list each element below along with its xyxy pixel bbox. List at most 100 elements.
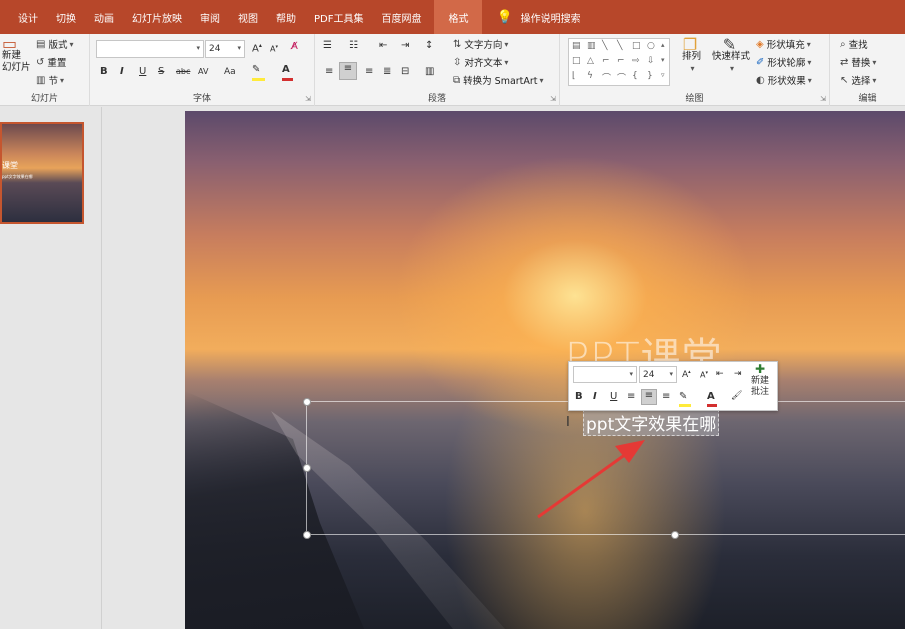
decrease-indent-icon[interactable]: ⇤ [379,40,387,51]
chevron-down-icon[interactable]: ▾ [661,56,665,64]
tab-baidu-netdisk[interactable]: 百度网盘 [372,0,430,34]
shadow-button[interactable]: S [158,66,164,77]
connector2-shape-icon[interactable]: ⌐ [617,56,625,66]
mini-align-center-icon[interactable]: ≡ [641,389,657,405]
arc-shape-icon[interactable]: ⌒ [602,71,611,84]
textbox-shape-icon[interactable]: ▤ [572,41,581,51]
tab-help[interactable]: 帮助 [267,0,305,34]
resize-handle[interactable] [303,464,311,472]
convert-smartart-button[interactable]: ⧉ 转换为 SmartArt ▾ [453,73,544,88]
find-button[interactable]: ⌕ 查找 [840,37,868,52]
new-slide-button[interactable]: ▭ 新建 幻灯片 [2,36,31,74]
oval-shape-icon[interactable]: ○ [647,41,655,51]
bold-button[interactable]: B [100,66,108,77]
slide[interactable]: PPT课堂 ppt文字效果在哪 I ▾ 24 ▾ A▴ A▾ ⇤ ⇥ B I U… [185,111,905,629]
resize-handle[interactable] [303,398,311,406]
resize-handle[interactable] [303,531,311,539]
strikethrough-button[interactable]: abc [176,67,190,76]
mini-decrease-indent-icon[interactable]: ⇤ [716,369,724,379]
mini-font-color-button[interactable]: A [707,391,717,407]
format-painter-icon[interactable]: 🖌 [731,391,742,401]
tab-design[interactable]: 设计 [0,0,47,34]
curve-shape-icon[interactable]: ⌒ [617,71,626,84]
change-case-button[interactable]: Aa [224,67,236,77]
align-right-icon[interactable]: ≡ [365,66,373,77]
bullets-icon[interactable]: ☰ [323,40,332,51]
mini-shrink-font-icon[interactable]: A▾ [700,370,708,380]
line2-shape-icon[interactable]: ╲ [617,41,622,51]
clear-formatting-icon[interactable]: A̸ [291,41,298,52]
align-center-icon[interactable]: ≡ [339,62,357,80]
mini-bold-button[interactable]: B [575,391,583,402]
line-spacing-icon[interactable]: ↕ [425,40,433,51]
mini-font-size-combo[interactable]: 24 ▾ [639,366,677,383]
tab-format[interactable]: 格式 [434,0,483,34]
dialog-launcher-icon[interactable]: ⇲ [305,95,311,103]
layout-button[interactable]: ▤ 版式 ▾ [36,37,73,52]
tab-animations[interactable]: 动画 [85,0,123,34]
tab-review[interactable]: 审阅 [191,0,229,34]
shape-outline-button[interactable]: ✐ 形状轮廓 ▾ [756,55,811,70]
distributed-icon[interactable]: ⊟ [401,66,409,77]
bracket-shape-icon[interactable]: ⌊ [572,71,576,81]
shapes-gallery[interactable]: ▤ ▥ ╲ ╲ □ ○ □ △ ⌐ ⌐ ⇨ ⇩ ⌊ ϟ ⌒ ⌒ { } ▴ ▾ … [568,38,670,86]
mini-italic-button[interactable]: I [593,391,597,402]
quick-styles-button[interactable]: ✎ 快速样式 ▾ [712,37,750,75]
shape-fill-button[interactable]: ◈ 形状填充 ▾ [756,37,811,52]
mini-font-name-combo[interactable]: ▾ [573,366,637,383]
grow-font-icon[interactable]: A▴ [252,42,262,54]
mini-align-left-icon[interactable]: ≡ [627,391,635,402]
brace-shape-icon[interactable]: { [632,71,638,81]
align-left-icon[interactable]: ≡ [325,66,333,77]
select-button[interactable]: ↖ 选择 ▾ [840,73,876,88]
replace-button[interactable]: ⇄ 替换 ▾ [840,55,876,70]
arrow-right-shape-icon[interactable]: ⇨ [632,56,640,66]
highlight-color-button[interactable]: ✎ [252,64,265,81]
new-comment-button[interactable]: ✚ 新建 批注 [747,363,773,398]
dialog-launcher-icon[interactable]: ⇲ [820,95,826,103]
font-name-combo[interactable]: ▾ [96,40,204,58]
tab-pdf-tools[interactable]: PDF工具集 [305,0,372,34]
character-spacing-button[interactable]: AV [198,67,208,76]
justify-icon[interactable]: ≣ [383,66,391,77]
connector-shape-icon[interactable]: ⌐ [602,56,610,66]
increase-indent-icon[interactable]: ⇥ [401,40,409,51]
shape-effects-button[interactable]: ◐ 形状效果 ▾ [756,73,812,88]
text-direction-button[interactable]: ⇅ 文字方向 ▾ [453,37,508,52]
section-button[interactable]: ▥ 节 ▾ [36,73,64,88]
rectangle-shape-icon[interactable]: □ [632,41,641,51]
vertical-textbox-shape-icon[interactable]: ▥ [587,41,596,51]
tab-transitions[interactable]: 切换 [47,0,85,34]
underline-button[interactable]: U [139,66,146,77]
mini-increase-indent-icon[interactable]: ⇥ [734,369,742,379]
numbering-icon[interactable]: ☷ [349,40,358,51]
font-size-combo[interactable]: 24 ▾ [205,40,245,58]
align-text-button[interactable]: ⇳ 对齐文本 ▾ [453,55,508,70]
shrink-font-icon[interactable]: A▾ [270,44,278,54]
arrow-down-shape-icon[interactable]: ⇩ [647,56,655,66]
tell-me-search[interactable]: 💡 操作说明搜索 [482,0,580,34]
more-icon[interactable]: ▿ [661,71,665,79]
tab-view[interactable]: 视图 [229,0,267,34]
mini-highlight-button[interactable]: ✎ [679,391,691,407]
mini-grow-font-icon[interactable]: A▴ [682,369,691,380]
text-direction-icon: ⇅ [453,38,462,50]
line-shape-icon[interactable]: ╲ [602,41,607,51]
dialog-launcher-icon[interactable]: ⇲ [550,95,556,103]
tab-slideshow[interactable]: 幻灯片放映 [123,0,191,34]
lightning-shape-icon[interactable]: ϟ [587,71,593,81]
mini-align-right-icon[interactable]: ≡ [662,391,670,402]
reset-button[interactable]: ↺ 重置 [36,55,66,70]
columns-icon[interactable]: ▥ [425,66,434,77]
mini-underline-button[interactable]: U [610,391,617,402]
slide-thumbnail-1[interactable]: 课堂 ppt文字效果在哪 [0,122,84,224]
chevron-up-icon[interactable]: ▴ [661,41,665,49]
italic-button[interactable]: I [120,66,124,77]
resize-handle[interactable] [671,531,679,539]
triangle-shape-icon[interactable]: △ [587,56,594,66]
arrange-button[interactable]: ❐ 排列 ▾ [682,37,701,75]
brace2-shape-icon[interactable]: } [647,71,653,81]
font-color-icon: A [282,64,290,75]
rect2-shape-icon[interactable]: □ [572,56,581,66]
font-color-button[interactable]: A [282,64,293,81]
